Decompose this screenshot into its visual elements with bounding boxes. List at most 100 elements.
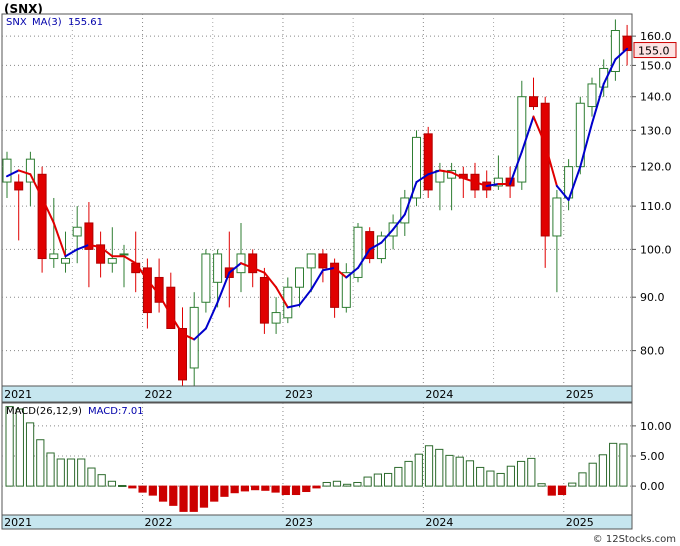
macd-bar-negative (271, 485, 280, 493)
macd-bar-positive (5, 406, 14, 487)
macd-panel: 0.00 5.00 10.00 MACD(26,12,9) MACD:7.01 20… (1, 402, 672, 530)
candle-body-down (14, 181, 24, 191)
macd-bar-positive (506, 465, 515, 487)
macd-bar-positive (455, 456, 464, 487)
candle-body-down (423, 133, 433, 191)
price-tick-label: 110.0 (640, 200, 672, 213)
macd-bar-positive (578, 472, 587, 487)
macd-bar-positive (435, 448, 444, 487)
candle-body-up (2, 158, 12, 183)
macd-bar-positive (87, 467, 96, 487)
candle-body-down (166, 286, 176, 329)
macd-bar-positive (619, 443, 628, 487)
candle-body-up (61, 258, 70, 264)
price-tick-label: 140.0 (640, 91, 672, 104)
candle-body-up (517, 96, 527, 183)
candle-body-up (552, 197, 562, 237)
candle-body-up (49, 253, 59, 260)
macd-bar-negative (261, 485, 270, 491)
macd-tick-label: 0.00 (640, 480, 665, 493)
macd-bar-positive (25, 422, 35, 487)
macd-bar-positive (476, 466, 485, 487)
macd-x-label: 2023 (285, 516, 313, 529)
candle-body-up (295, 267, 304, 288)
macd-bar-positive (343, 483, 352, 487)
macd-y-ticks: 0.00 5.00 10.00 (632, 420, 672, 493)
macd-bar-positive (373, 473, 382, 487)
macd-bar-positive (414, 453, 423, 487)
macd-legend: MACD(26,12,9) MACD:7.01 (6, 406, 144, 417)
macd-tick-label: 5.00 (640, 450, 665, 463)
macd-legend-value: MACD:7.01 (88, 406, 144, 417)
macd-bar-negative (240, 485, 250, 492)
macd-bar-negative (138, 485, 147, 493)
macd-bar-positive (118, 484, 127, 487)
legend-symbol: SNX (6, 17, 27, 28)
macd-legend-label: MACD(26,12,9) (6, 406, 82, 417)
macd-bar-positive (486, 470, 495, 487)
macd-bar-positive (107, 480, 117, 487)
price-x-label: 2021 (4, 388, 32, 401)
macd-bar-negative (158, 485, 168, 502)
macd-bar-positive (46, 452, 55, 487)
price-panel: 80.0 90.0 100.0 110.0 120.0 130.0 140.0 150.0 16… (1, 13, 677, 403)
price-tick-label: 80.0 (640, 345, 665, 358)
last-price-marker: 155.0 (633, 42, 677, 59)
chart-canvas: (SNX) 80.090.0100.0110.0120.0130.0140.01… (1, 2, 677, 545)
macd-bar-positive (383, 472, 393, 487)
candle-body-up (587, 83, 597, 108)
macd-bar-positive (598, 454, 608, 487)
candle-body-down (529, 96, 538, 108)
macd-x-label: 2025 (566, 516, 594, 529)
macd-bar-positive (496, 472, 505, 487)
macd-bar-positive (609, 442, 618, 487)
macd-bar-positive (394, 466, 403, 487)
legend-ma-value: 155.61 (68, 17, 103, 28)
last-price-label: 155.0 (638, 45, 670, 58)
macd-bar-positive (77, 458, 86, 487)
candle-body-up (306, 253, 316, 269)
macd-bar-negative (169, 485, 178, 506)
macd-bar-positive (465, 460, 475, 487)
price-tick-label: 160.0 (640, 30, 672, 43)
macd-bar-positive (332, 480, 342, 487)
macd-bar-positive (568, 482, 577, 487)
macd-bar-negative (291, 485, 301, 496)
macd-bar-positive (404, 460, 413, 487)
price-tick-label: 90.0 (640, 291, 665, 304)
macd-bar-negative (148, 485, 157, 496)
candle-body-down (540, 102, 550, 237)
site-credit: © 12Stocks.com (593, 534, 676, 545)
candle-body-up (72, 226, 82, 237)
macd-bar-negative (179, 485, 188, 512)
macd-bar-positive (516, 460, 526, 487)
price-tick-label: 100.0 (640, 243, 672, 256)
macd-bar-negative (547, 485, 556, 496)
macd-bar-positive (363, 476, 372, 487)
macd-x-label: 2024 (425, 516, 453, 529)
candle-body-up (201, 253, 211, 303)
price-x-label: 2023 (285, 388, 313, 401)
candle-body-up (107, 258, 117, 264)
macd-bar-negative (128, 485, 137, 489)
macd-bar-positive (588, 462, 597, 487)
macd-bar-negative (199, 485, 209, 508)
price-tick-label: 120.0 (640, 161, 672, 174)
macd-bar-negative (220, 485, 229, 497)
macd-bar-positive (537, 483, 546, 487)
macd-bar-negative (302, 485, 311, 493)
macd-bar-negative (230, 485, 239, 494)
macd-x-label: 2022 (145, 516, 173, 529)
macd-x-axis-band (1, 514, 633, 530)
candle-body-up (213, 253, 223, 283)
macd-bar-positive (56, 458, 65, 487)
macd-bar-positive (322, 481, 331, 487)
macd-bar-positive (353, 481, 362, 487)
macd-bar-positive (445, 454, 454, 487)
macd-bar-negative (210, 485, 219, 502)
macd-bar-negative (312, 485, 321, 489)
price-x-axis-band (1, 385, 633, 403)
macd-bar-positive (527, 457, 536, 487)
price-x-label: 2024 (425, 388, 453, 401)
price-x-label: 2022 (145, 388, 173, 401)
